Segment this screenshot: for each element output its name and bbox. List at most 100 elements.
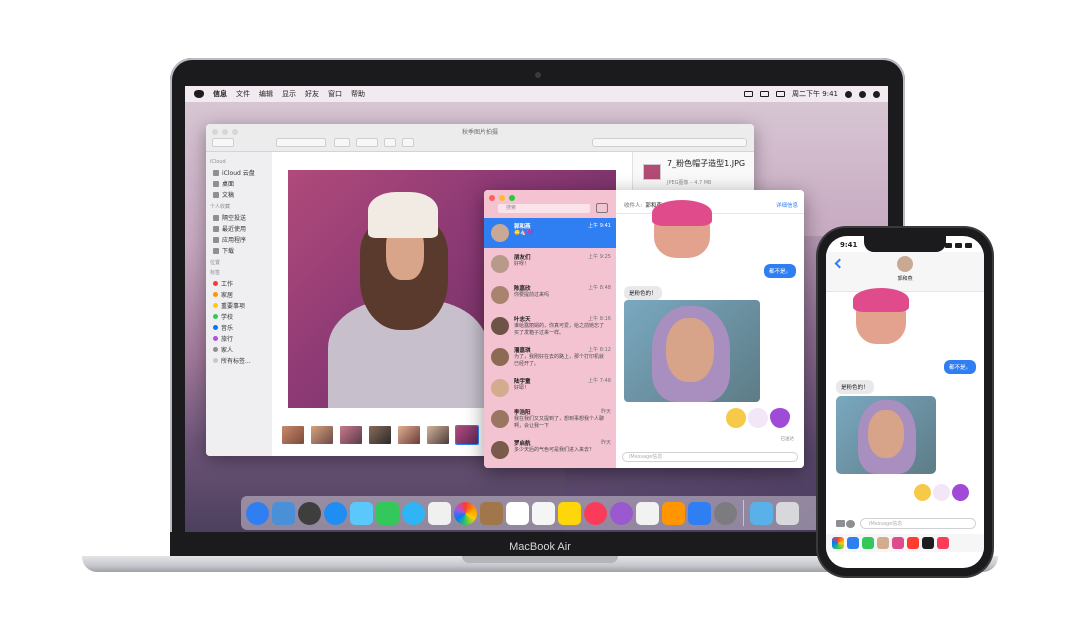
group-button[interactable] bbox=[334, 138, 350, 147]
chat-photo-attachment[interactable] bbox=[836, 396, 936, 474]
tag-color-dot bbox=[213, 314, 218, 319]
calendar-dock-icon[interactable] bbox=[506, 501, 529, 525]
music-app-icon[interactable] bbox=[937, 537, 949, 549]
downloads-folder-dock-icon[interactable] bbox=[750, 501, 773, 525]
siri-icon[interactable] bbox=[859, 90, 866, 98]
sidebar-tag-home[interactable]: 家居 bbox=[206, 289, 272, 300]
memoji-app-icon[interactable] bbox=[877, 537, 889, 549]
action-gear-button[interactable] bbox=[356, 138, 378, 147]
imessage-input[interactable]: iMessage信息 bbox=[860, 518, 976, 529]
recipient-label: 收件人: bbox=[624, 203, 643, 209]
reminders-dock-icon[interactable] bbox=[532, 501, 555, 525]
view-mode-buttons[interactable] bbox=[276, 138, 326, 147]
dock-separator bbox=[743, 500, 744, 526]
notification-center-icon[interactable] bbox=[873, 90, 880, 98]
podcasts-dock-icon[interactable] bbox=[610, 501, 633, 525]
back-chevron-icon[interactable] bbox=[834, 258, 845, 269]
conversation-item[interactable]: 潘嘉琪 上午 8:12 为了，我刚好在去的路上，那个打印机就已经开了。 bbox=[484, 342, 616, 372]
sidebar-tag-travel[interactable]: 旅行 bbox=[206, 333, 272, 344]
sidebar-item-desktop[interactable]: 桌面 bbox=[206, 178, 272, 189]
chat-photo-attachment[interactable] bbox=[624, 300, 760, 402]
sidebar-item-documents[interactable]: 文稿 bbox=[206, 189, 272, 200]
memoji-stickers-app-icon[interactable] bbox=[892, 537, 904, 549]
photos-app-icon[interactable] bbox=[832, 537, 844, 549]
sidebar-item-downloads[interactable]: 下载 bbox=[206, 245, 272, 256]
imessage-input[interactable]: iMessage信息 bbox=[622, 452, 798, 462]
thumbnail-selected[interactable] bbox=[455, 425, 479, 445]
numbers-dock-icon[interactable] bbox=[636, 501, 659, 525]
messages-dock-icon[interactable] bbox=[402, 501, 425, 525]
messages-search-input[interactable]: 搜索 bbox=[498, 204, 590, 213]
camera-icon[interactable] bbox=[836, 520, 845, 527]
thumbnail[interactable] bbox=[340, 426, 362, 444]
launchpad-dock-icon[interactable] bbox=[272, 501, 295, 525]
sidebar-item-icloud-drive[interactable]: iCloud 云盘 bbox=[206, 167, 272, 178]
back-forward-buttons[interactable] bbox=[212, 138, 234, 147]
sidebar-tag-family[interactable]: 家人 bbox=[206, 344, 272, 355]
apple-menu-icon[interactable] bbox=[194, 90, 204, 98]
menu-item-window[interactable]: 窗口 bbox=[328, 89, 342, 99]
battery-icon[interactable] bbox=[776, 91, 786, 97]
sidebar-tag-important[interactable]: 重要事项 bbox=[206, 300, 272, 311]
wifi-icon[interactable] bbox=[744, 91, 754, 97]
airplay-icon[interactable] bbox=[760, 91, 770, 97]
compose-icon[interactable] bbox=[596, 203, 608, 213]
sidebar-tag-music[interactable]: 音乐 bbox=[206, 322, 272, 333]
conversation-item[interactable]: 陈嘉欣 上午 8:48 你要提前过来吗 bbox=[484, 280, 616, 310]
finder-dock-icon[interactable] bbox=[246, 501, 269, 525]
safari-dock-icon[interactable] bbox=[324, 501, 347, 525]
share-button[interactable] bbox=[384, 138, 396, 147]
menu-item-help[interactable]: 帮助 bbox=[351, 89, 365, 99]
finder-search-field[interactable] bbox=[592, 138, 747, 147]
tag-button[interactable] bbox=[402, 138, 414, 147]
trash-dock-icon[interactable] bbox=[776, 501, 799, 525]
menu-item-view[interactable]: 显示 bbox=[282, 89, 296, 99]
menubar-clock[interactable]: 周二下午 9:41 bbox=[792, 89, 838, 99]
apple-pay-app-icon[interactable] bbox=[862, 537, 874, 549]
sidebar-item-airdrop[interactable]: 隔空投送 bbox=[206, 212, 272, 223]
thumbnail[interactable] bbox=[398, 426, 420, 444]
conversation-item[interactable]: 罗启航 昨天 多少天后的气色可是我们进入来去？ bbox=[484, 435, 616, 465]
minimize-button[interactable] bbox=[499, 195, 505, 201]
facetime-dock-icon[interactable] bbox=[376, 501, 399, 525]
photos-dock-icon[interactable] bbox=[454, 501, 477, 525]
app-store-dock-icon[interactable] bbox=[688, 501, 711, 525]
app-store-icon[interactable] bbox=[846, 520, 855, 528]
conversation-item[interactable]: 陆宇童 上午 7:48 好耶！ bbox=[484, 373, 616, 403]
conversation-item[interactable]: 郭和燕 上午 9:41 🙄🦄💜 bbox=[484, 218, 616, 248]
details-link[interactable]: 详细信息 bbox=[776, 201, 798, 209]
thumbnail[interactable] bbox=[282, 426, 304, 444]
mail-dock-icon[interactable] bbox=[350, 501, 373, 525]
rocket-dock-icon[interactable] bbox=[298, 501, 321, 525]
maps-dock-icon[interactable] bbox=[428, 501, 451, 525]
zoom-button[interactable] bbox=[509, 195, 515, 201]
sidebar-tag-school[interactable]: 学校 bbox=[206, 311, 272, 322]
sidebar-tag-work[interactable]: 工作 bbox=[206, 278, 272, 289]
conversation-item[interactable]: 李浩阳 昨天 我在我们又又提到了，想到事想我个人聊啊，会让我一下 bbox=[484, 404, 616, 434]
avatar[interactable] bbox=[897, 256, 913, 272]
digital-touch-app-icon[interactable] bbox=[907, 537, 919, 549]
menu-item-messages[interactable]: 信息 bbox=[213, 89, 227, 99]
notes-dock-icon[interactable] bbox=[558, 501, 581, 525]
keynote-dock-icon[interactable] bbox=[662, 501, 685, 525]
thumbnail[interactable] bbox=[311, 426, 333, 444]
conversation-item[interactable]: 朋友们 上午 9:25 好呀！ bbox=[484, 249, 616, 279]
contacts-dock-icon[interactable] bbox=[480, 501, 503, 525]
menu-item-buddies[interactable]: 好友 bbox=[305, 89, 319, 99]
system-preferences-dock-icon[interactable] bbox=[714, 501, 737, 525]
gif-search-app-icon[interactable] bbox=[922, 537, 934, 549]
close-button[interactable] bbox=[489, 195, 495, 201]
music-dock-icon[interactable] bbox=[584, 501, 607, 525]
sidebar-label: 家居 bbox=[221, 292, 234, 299]
spotlight-icon[interactable] bbox=[845, 90, 852, 98]
app-store-app-icon[interactable] bbox=[847, 537, 859, 549]
conversation-item[interactable]: 叶志天 上午 8:16 谁给露丽娟的，你真可爱，给之前她忘了买了发箱子过来一样。 bbox=[484, 311, 616, 341]
sidebar-item-applications[interactable]: 应用程序 bbox=[206, 234, 272, 245]
menu-item-file[interactable]: 文件 bbox=[236, 89, 250, 99]
emoji-message bbox=[726, 408, 790, 428]
menu-item-edit[interactable]: 编辑 bbox=[259, 89, 273, 99]
thumbnail[interactable] bbox=[427, 426, 449, 444]
thumbnail[interactable] bbox=[369, 426, 391, 444]
sidebar-tag-all[interactable]: 所有标签... bbox=[206, 355, 272, 366]
sidebar-item-recents[interactable]: 最近使用 bbox=[206, 223, 272, 234]
